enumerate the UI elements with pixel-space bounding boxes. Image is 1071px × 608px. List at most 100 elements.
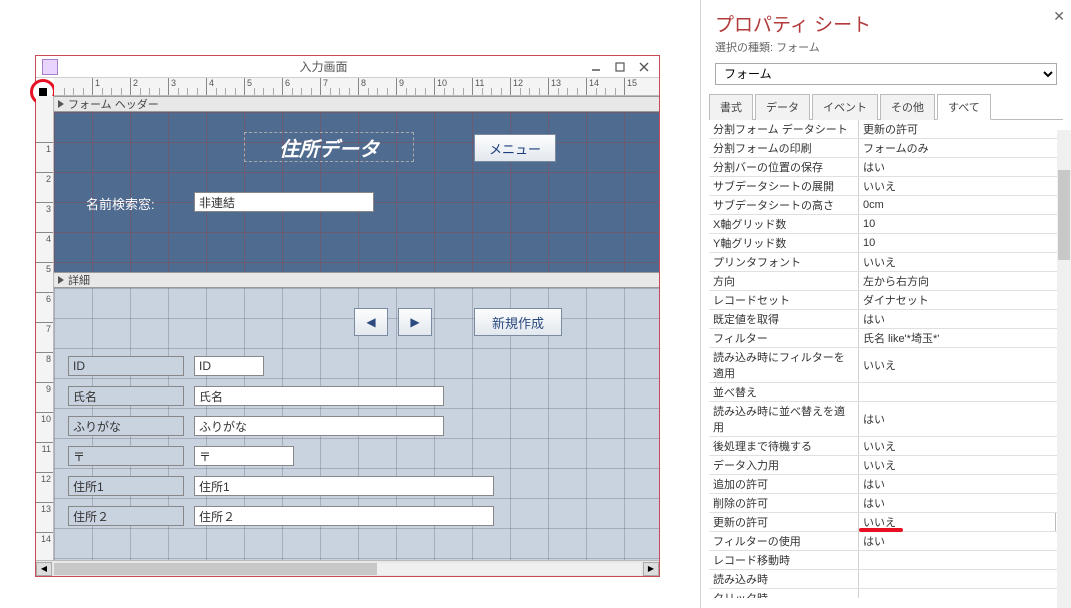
form-designer-window: 入力画面 123456789101112131415 1234567891011… (35, 55, 660, 577)
section-form-header[interactable]: フォーム ヘッダー (54, 96, 659, 112)
object-selector[interactable]: フォーム (715, 63, 1057, 85)
field-textbox[interactable]: 住所1 (194, 476, 494, 496)
section-detail[interactable]: 詳細 (54, 272, 659, 288)
property-row[interactable]: フィルター氏名 like'*埼玉*' (709, 329, 1071, 348)
horizontal-scrollbar[interactable]: ◀ ▶ (36, 560, 659, 576)
property-name: フィルターの使用 (709, 532, 859, 550)
scroll-right-icon[interactable]: ▶ (643, 562, 659, 576)
field-label[interactable]: 住所1 (68, 476, 184, 496)
property-row[interactable]: Y軸グリッド数10 (709, 234, 1071, 253)
property-row[interactable]: 並べ替え (709, 383, 1071, 402)
property-row[interactable]: 後処理まで待機するいいえ (709, 437, 1071, 456)
tab-書式[interactable]: 書式 (709, 94, 753, 120)
property-row[interactable]: 分割フォームの印刷フォームのみ (709, 139, 1071, 158)
field-textbox[interactable]: ふりがな (194, 416, 444, 436)
property-name: プリンタフォント (709, 253, 859, 271)
property-value[interactable]: いいえ (859, 348, 1071, 382)
property-row[interactable]: 分割バーの位置の保存はい (709, 158, 1071, 177)
tab-すべて[interactable]: すべて (937, 94, 991, 120)
property-row[interactable]: クリック時 (709, 589, 1071, 598)
close-button[interactable] (635, 59, 653, 75)
tab-その他[interactable]: その他 (880, 94, 935, 120)
property-name: 並べ替え (709, 383, 859, 401)
property-grid[interactable]: 分割フォーム データシート更新の許可分割フォームの印刷フォームのみ分割バーの位置… (709, 120, 1071, 598)
property-value[interactable]: はい (859, 494, 1071, 512)
maximize-button[interactable] (611, 59, 629, 75)
design-canvas[interactable]: フォーム ヘッダー 住所データ メニュー 名前検索窓: 非連結 詳細 ◀ ▶ 新… (54, 96, 659, 576)
detail-area[interactable]: ◀ ▶ 新規作成 IDID氏名氏名ふりがなふりがな〒〒住所1住所1住所２住所２ (54, 288, 659, 576)
property-value[interactable]: 0cm (859, 196, 1071, 214)
field-textbox[interactable]: 住所２ (194, 506, 494, 526)
property-value[interactable] (859, 551, 1071, 569)
property-row[interactable]: サブデータシートの展開いいえ (709, 177, 1071, 196)
property-value[interactable]: 左から右方向 (859, 272, 1071, 290)
property-value[interactable] (859, 383, 1071, 401)
new-record-button[interactable]: 新規作成 (474, 308, 562, 336)
field-label[interactable]: ふりがな (68, 416, 184, 436)
property-row[interactable]: 既定値を取得はい (709, 310, 1071, 329)
property-row[interactable]: フィルターの使用はい (709, 532, 1071, 551)
search-label[interactable]: 名前検索窓: (86, 194, 155, 213)
property-row[interactable]: X軸グリッド数10 (709, 215, 1071, 234)
form-header-area[interactable]: 住所データ メニュー 名前検索窓: 非連結 (54, 112, 659, 272)
title-label-control[interactable]: 住所データ (244, 132, 414, 162)
property-value[interactable] (859, 589, 1071, 598)
property-value[interactable]: 更新の許可 (859, 120, 1071, 138)
property-name: レコード移動時 (709, 551, 859, 569)
property-row[interactable]: サブデータシートの高さ0cm (709, 196, 1071, 215)
field-label[interactable]: 〒 (68, 446, 184, 466)
property-value[interactable]: はい (859, 532, 1071, 550)
ruler-horizontal: 123456789101112131415 (54, 78, 659, 96)
property-row[interactable]: 読み込み時にフィルターを適用いいえ (709, 348, 1071, 383)
property-value[interactable]: いいえ (859, 437, 1071, 455)
property-value[interactable]: はい (859, 475, 1071, 493)
property-row[interactable]: 削除の許可はい (709, 494, 1071, 513)
property-value[interactable]: 氏名 like'*埼玉*' (859, 329, 1071, 347)
property-value[interactable]: いいえ (859, 513, 1055, 531)
search-textbox[interactable]: 非連結 (194, 192, 374, 212)
field-label[interactable]: 氏名 (68, 386, 184, 406)
property-row[interactable]: レコードセットダイナセット (709, 291, 1071, 310)
property-sheet: ✕ プロパティ シート 選択の種類: フォーム フォーム 書式データイベントその… (700, 0, 1071, 608)
property-row[interactable]: プリンタフォントいいえ (709, 253, 1071, 272)
property-row[interactable]: 方向左から右方向 (709, 272, 1071, 291)
property-row[interactable]: 追加の許可はい (709, 475, 1071, 494)
field-textbox[interactable]: 氏名 (194, 386, 444, 406)
tab-イベント[interactable]: イベント (812, 94, 878, 120)
minimize-button[interactable] (587, 59, 605, 75)
scroll-thumb[interactable] (1058, 170, 1070, 260)
field-label[interactable]: 住所２ (68, 506, 184, 526)
property-value[interactable]: 10 (859, 234, 1071, 252)
property-value[interactable]: フォームのみ (859, 139, 1071, 157)
property-row[interactable]: レコード移動時 (709, 551, 1071, 570)
property-value[interactable]: いいえ (859, 177, 1071, 195)
selection-type-value: フォーム (776, 42, 820, 54)
property-name: 読み込み時 (709, 570, 859, 588)
property-row[interactable]: 更新の許可いいえ▾ (709, 513, 1071, 532)
next-button[interactable]: ▶ (398, 308, 432, 336)
property-row[interactable]: データ入力用いいえ (709, 456, 1071, 475)
property-value[interactable]: いいえ (859, 456, 1071, 474)
property-value[interactable]: はい (859, 402, 1071, 436)
property-value[interactable]: いいえ (859, 253, 1071, 271)
scroll-thumb[interactable] (54, 563, 377, 575)
tab-データ[interactable]: データ (755, 94, 810, 120)
scroll-track[interactable] (54, 563, 641, 575)
property-value[interactable]: ダイナセット (859, 291, 1071, 309)
property-value[interactable]: はい (859, 310, 1071, 328)
field-textbox[interactable]: 〒 (194, 446, 294, 466)
prev-button[interactable]: ◀ (354, 308, 388, 336)
menu-button-control[interactable]: メニュー (474, 134, 556, 162)
field-textbox[interactable]: ID (194, 356, 264, 376)
property-value[interactable]: はい (859, 158, 1071, 176)
close-icon[interactable]: ✕ (1053, 8, 1065, 25)
section-label: フォーム ヘッダー (68, 96, 159, 112)
property-row[interactable]: 読み込み時 (709, 570, 1071, 589)
property-value[interactable] (859, 570, 1071, 588)
scroll-left-icon[interactable]: ◀ (36, 562, 52, 576)
property-value[interactable]: 10 (859, 215, 1071, 233)
property-row[interactable]: 読み込み時に並べ替えを適用はい (709, 402, 1071, 437)
property-row[interactable]: 分割フォーム データシート更新の許可 (709, 120, 1071, 139)
vertical-scrollbar[interactable] (1057, 130, 1071, 608)
field-label[interactable]: ID (68, 356, 184, 376)
